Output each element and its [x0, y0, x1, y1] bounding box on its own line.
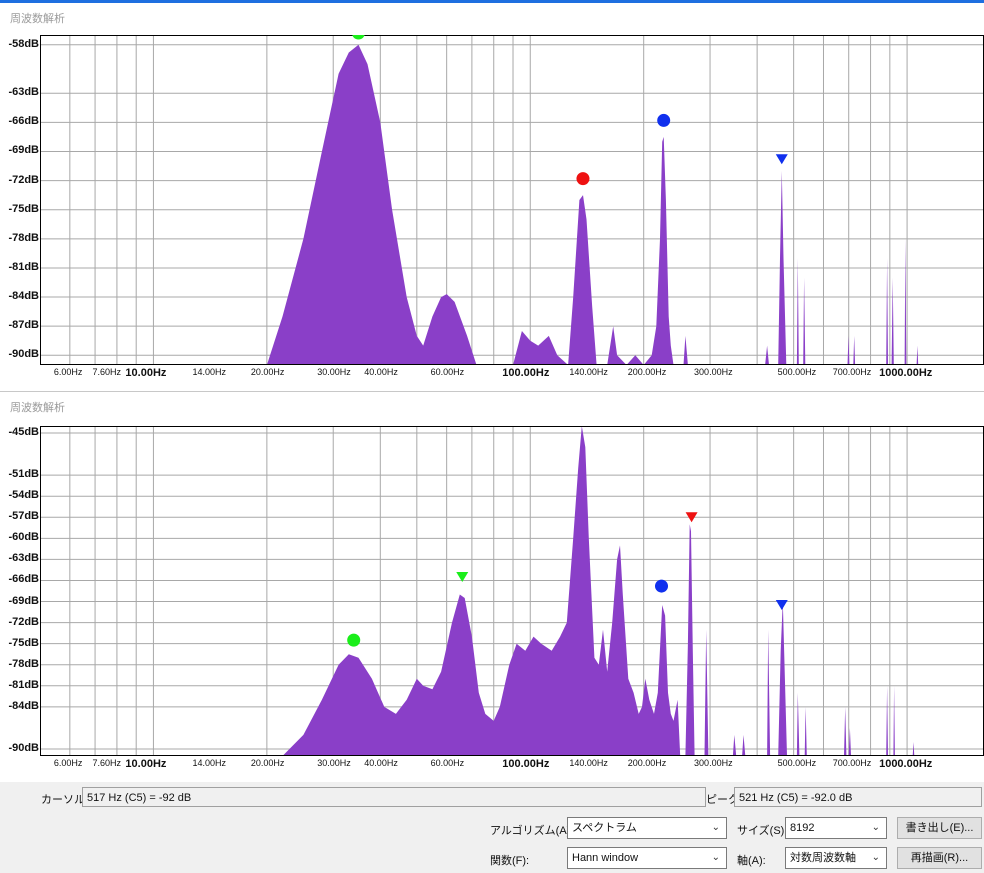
x-tick-label: 500.00Hz	[777, 758, 817, 768]
marker-circle-green	[347, 633, 361, 647]
y-tick-label: -75dB	[8, 202, 39, 215]
axis-select[interactable]: 対数周波数軸 ⌄	[785, 847, 887, 869]
y-tick-label: -69dB	[8, 594, 39, 607]
x-tick-label: 20.00Hz	[250, 367, 285, 377]
algorithm-label: アルゴリズム(A):	[490, 825, 574, 837]
x-tick-label: 500.00Hz	[777, 367, 817, 377]
x-tick-label: 100.00Hz	[502, 367, 550, 379]
window-accent-bar	[0, 0, 984, 3]
y-tick-label: -87dB	[8, 319, 39, 332]
controls-bar: カーソル: 517 Hz (C5) = -92 dB ピーク: 521 Hz (…	[0, 782, 984, 873]
y-tick-label: -72dB	[8, 615, 39, 628]
x-tick-label: 60.00Hz	[430, 367, 465, 377]
x-tick-label: 10.00Hz	[125, 758, 167, 770]
y-tick-label: -63dB	[8, 86, 39, 99]
x-tick-label: 7.60Hz	[92, 758, 122, 768]
x-tick-label: 10.00Hz	[125, 367, 167, 379]
marker-circle-blue	[655, 579, 669, 593]
spectrum-plot-bottom[interactable]	[40, 426, 984, 756]
y-tick-label: -81dB	[8, 678, 39, 691]
cursor-readout: 517 Hz (C5) = -92 dB	[82, 787, 706, 807]
spectrum-panel-top: 周波数解析 -58dB -63dB -66dB -69dB -72dB -75dB -78d…	[0, 0, 984, 392]
y-tick-label: -84dB	[8, 290, 39, 303]
x-tick-label: 300.00Hz	[694, 758, 733, 768]
y-tick-label: -51dB	[8, 468, 39, 481]
x-tick-label: 40.00Hz	[364, 758, 398, 768]
y-tick-label: -66dB	[8, 115, 39, 128]
chevron-down-icon: ⌄	[711, 852, 720, 863]
chevron-down-icon: ⌄	[871, 852, 880, 863]
size-select[interactable]: 8192 ⌄	[785, 817, 887, 839]
x-tick-label: 14.00Hz	[192, 367, 227, 377]
y-tick-label: -81dB	[8, 260, 39, 273]
y-tick-label: -54dB	[8, 489, 39, 502]
x-tick-label: 700.00Hz	[832, 758, 872, 768]
x-tick-label: 200.00Hz	[627, 367, 667, 377]
x-tick-label: 700.00Hz	[832, 367, 872, 377]
function-value: Hann window	[572, 852, 639, 864]
algorithm-value: スペクトラム	[572, 822, 637, 834]
replot-button[interactable]: 再描画(R)...	[897, 847, 982, 869]
x-tick-label: 6.00Hz	[53, 758, 83, 768]
y-tick-label: -84dB	[8, 699, 39, 712]
y-tick-label: -90dB	[8, 741, 39, 754]
x-tick-label: 1000.00Hz	[879, 367, 933, 379]
spectrum-panel-bottom: 周波数解析 -45dB -51dB -54dB -57dB -60dB -63dB -66d…	[0, 392, 984, 782]
marker-circle-blue	[657, 113, 671, 127]
spectrum-plot-top[interactable]	[40, 35, 984, 365]
export-button[interactable]: 書き出し(E)...	[897, 817, 982, 839]
y-tick-label: -90dB	[8, 348, 39, 361]
x-tick-label: 200.00Hz	[627, 758, 667, 768]
cursor-label: カーソル:	[41, 794, 89, 806]
x-tick-label: 1000.00Hz	[879, 758, 933, 770]
function-select[interactable]: Hann window ⌄	[567, 847, 727, 869]
y-tick-label: -69dB	[8, 144, 39, 157]
y-tick-label: -75dB	[8, 636, 39, 649]
y-tick-label: -58dB	[8, 37, 39, 50]
x-tick-label: 140.00Hz	[569, 367, 608, 377]
plot-background	[40, 35, 984, 365]
y-tick-label: -63dB	[8, 552, 39, 565]
x-tick-label: 30.00Hz	[317, 367, 351, 377]
x-tick-label: 100.00Hz	[502, 758, 550, 770]
y-tick-label: -72dB	[8, 173, 39, 186]
peak-readout: 521 Hz (C5) = -92.0 dB	[734, 787, 982, 807]
y-tick-label: -66dB	[8, 573, 39, 586]
x-tick-label: 20.00Hz	[250, 758, 285, 768]
x-tick-label: 60.00Hz	[430, 758, 465, 768]
x-tick-label: 300.00Hz	[694, 367, 733, 377]
size-label: サイズ(S):	[737, 825, 788, 837]
y-tick-label: -78dB	[8, 657, 39, 670]
chevron-down-icon: ⌄	[711, 822, 720, 833]
x-tick-label: 14.00Hz	[192, 758, 227, 768]
x-tick-label: 6.00Hz	[53, 367, 83, 377]
panel-title-bottom: 周波数解析	[10, 402, 65, 414]
y-tick-label: -60dB	[8, 531, 39, 544]
axis-label: 軸(A):	[737, 855, 766, 867]
function-label: 関数(F):	[490, 855, 530, 867]
y-tick-label: -78dB	[8, 231, 39, 244]
x-tick-label: 140.00Hz	[569, 758, 608, 768]
chevron-down-icon: ⌄	[871, 822, 880, 833]
panel-title-top: 周波数解析	[10, 13, 65, 25]
y-tick-label: -45dB	[8, 426, 39, 439]
x-tick-label: 30.00Hz	[317, 758, 351, 768]
axis-value: 対数周波数軸	[790, 852, 856, 864]
x-tick-label: 40.00Hz	[364, 367, 398, 377]
algorithm-select[interactable]: スペクトラム ⌄	[567, 817, 727, 839]
marker-circle-red	[576, 172, 590, 186]
x-tick-label: 7.60Hz	[92, 367, 122, 377]
y-tick-label: -57dB	[8, 510, 39, 523]
size-value: 8192	[790, 822, 815, 834]
